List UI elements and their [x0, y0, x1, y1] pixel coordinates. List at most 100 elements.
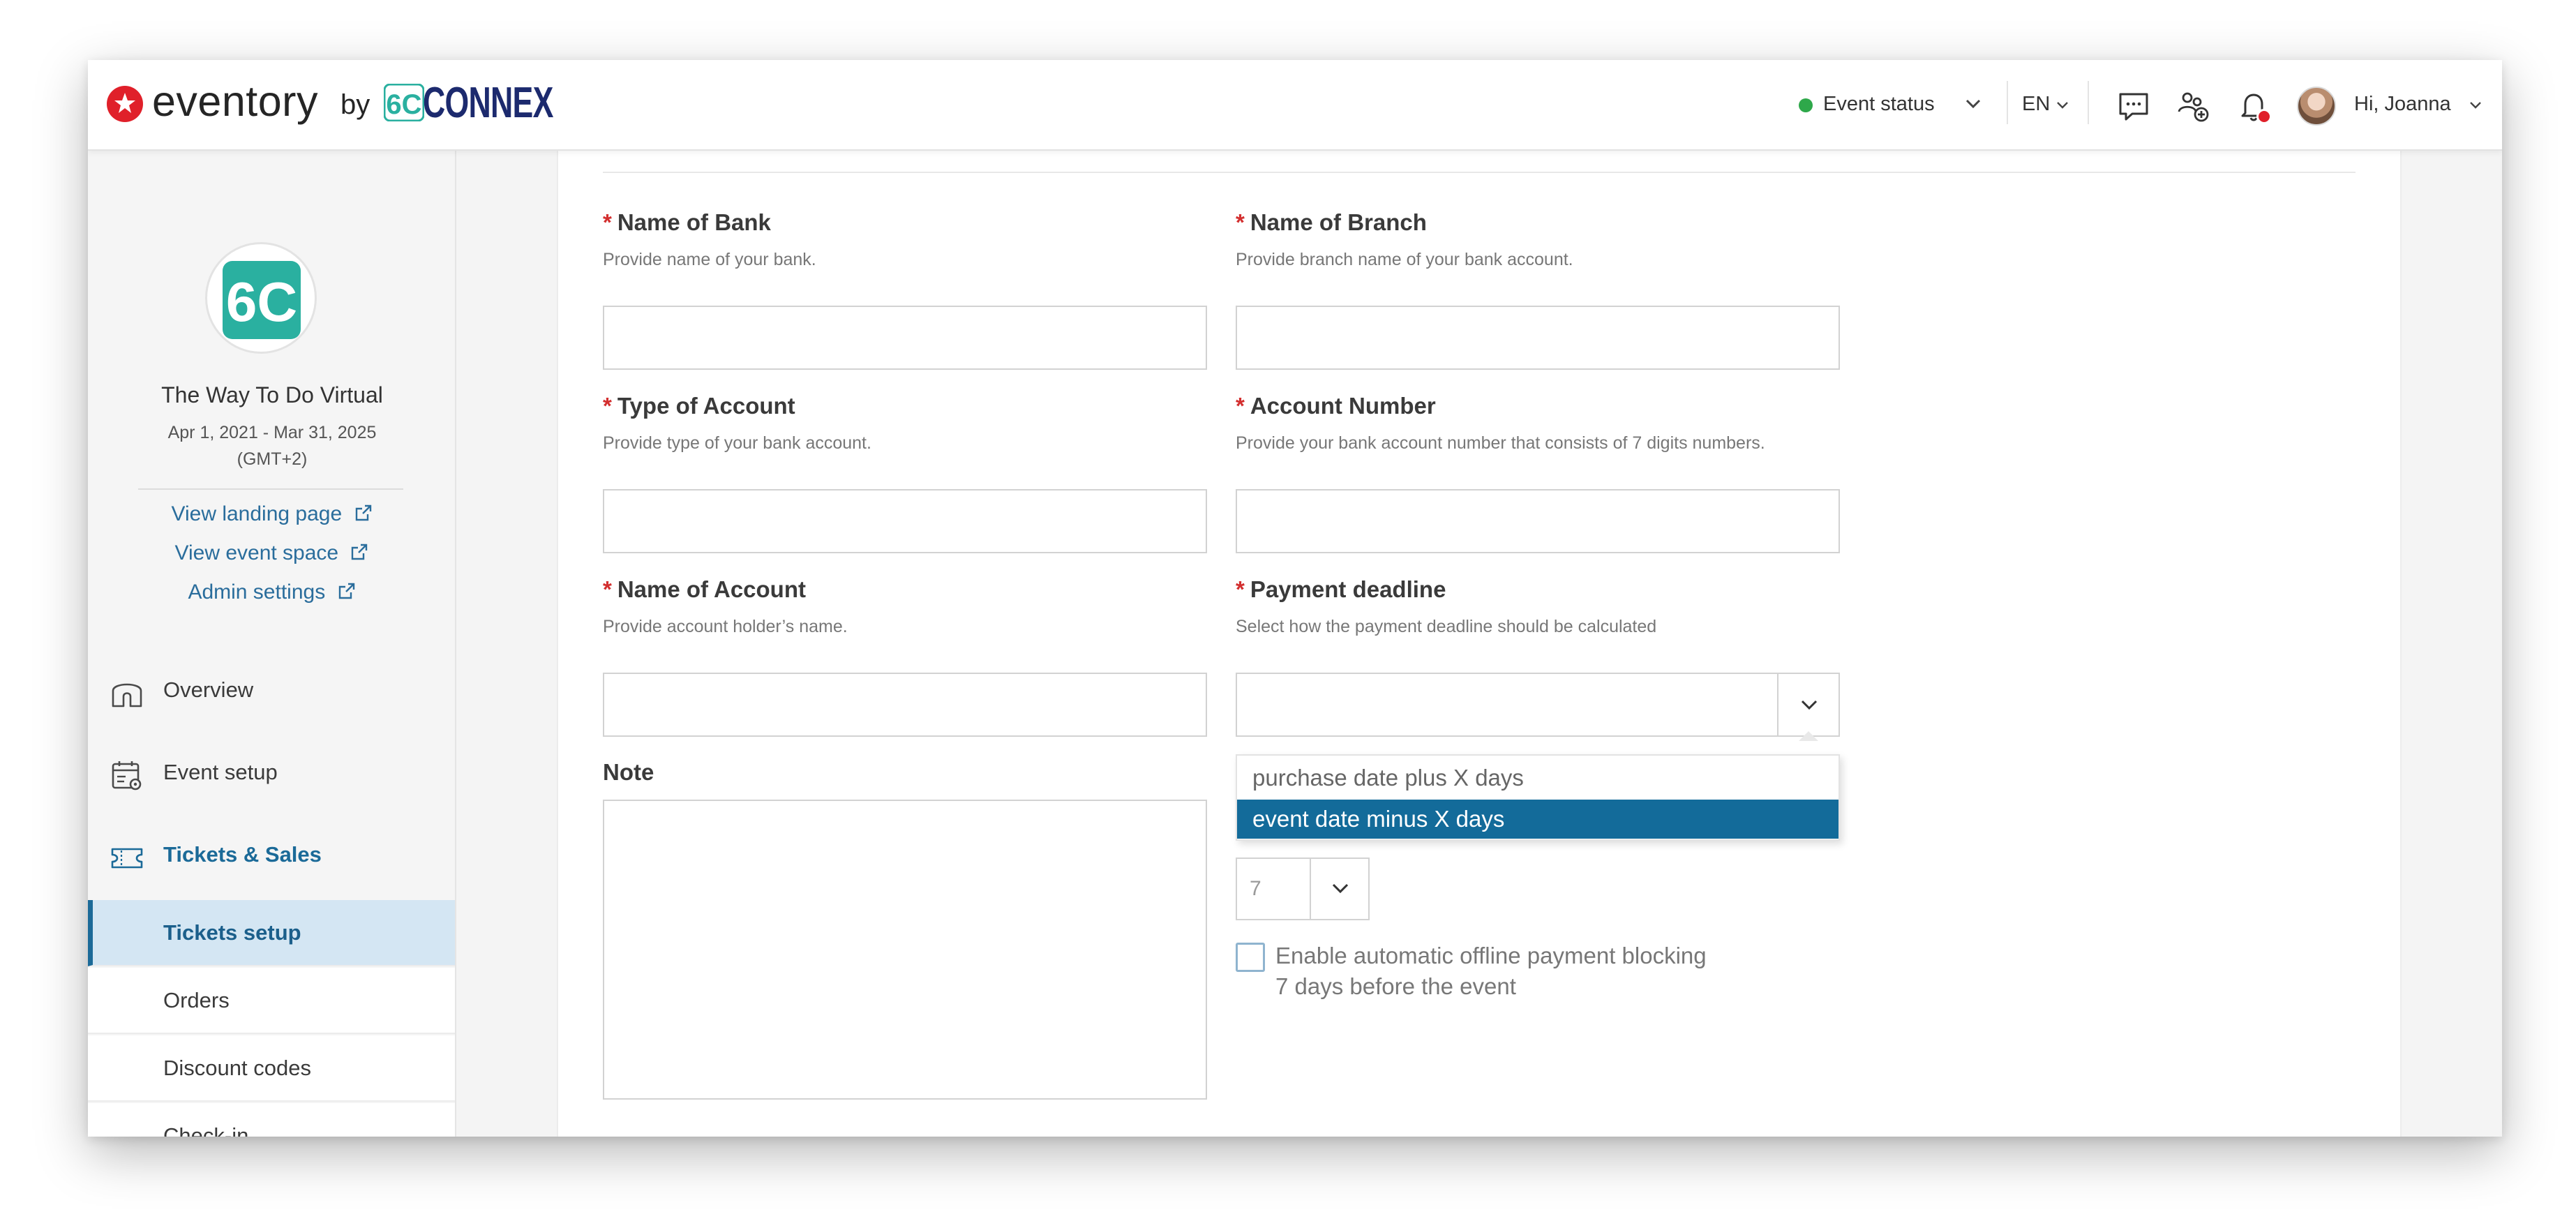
note-label: Note	[603, 759, 654, 785]
required-marker: *	[1236, 393, 1245, 419]
required-marker: *	[603, 209, 612, 235]
field-label-text: Account Number	[1250, 393, 1436, 419]
dropdown-caret	[1799, 731, 1818, 741]
offline-blocking-label[interactable]: Enable automatic offline payment blockin…	[1275, 941, 1707, 1002]
payment-deadline-dropdown-button[interactable]	[1777, 674, 1839, 735]
view-event-space-link[interactable]: View event space	[88, 541, 456, 565]
event-title: The Way To Do Virtual	[161, 382, 383, 407]
external-link-icon	[352, 544, 368, 560]
connex-6c-logo-icon: 6C	[384, 84, 424, 121]
sidebar-item-label: Tickets setup	[163, 920, 301, 945]
chevron-down-icon	[1801, 700, 1818, 710]
event-logo-icon: 6C	[223, 261, 301, 339]
ticket-icon	[111, 848, 143, 869]
language-selector[interactable]: EN	[2022, 93, 2050, 116]
sidebar-subitem-orders[interactable]: Orders	[88, 968, 455, 1034]
link-label: View event space	[174, 541, 339, 564]
account-number-help: Provide your bank account number that co…	[1236, 433, 1765, 453]
required-marker: *	[1236, 576, 1245, 602]
brand-by: by	[340, 89, 370, 120]
note-textarea[interactable]	[603, 800, 1207, 1100]
sidebar-item-label: Check-in	[163, 1123, 249, 1137]
top-bar: eventory by 6C CONNEX Event status EN Hi…	[88, 60, 2502, 151]
field-label-text: Payment deadline	[1250, 576, 1446, 602]
divider	[138, 488, 403, 490]
sidebar-item-label: Tickets & Sales	[163, 842, 322, 867]
option-purchase-date-plus[interactable]: purchase date plus X days	[1237, 758, 1839, 798]
divider	[2007, 81, 2008, 124]
field-label-text: Name of Branch	[1250, 209, 1427, 235]
home-icon	[112, 683, 142, 707]
offline-blocking-line1: Enable automatic offline payment blockin…	[1275, 943, 1707, 968]
branch-name-label: * Name of Branch	[1236, 209, 1427, 236]
account-type-help: Provide type of your bank account.	[603, 433, 871, 453]
days-value: 7	[1250, 877, 1261, 900]
account-number-label: * Account Number	[1236, 393, 1436, 419]
bank-name-label: * Name of Bank	[603, 209, 771, 236]
admin-settings-link[interactable]: Admin settings	[88, 581, 456, 604]
event-status-dot	[1799, 98, 1813, 112]
sidebar-item-tickets-sales[interactable]: Tickets & Sales	[88, 825, 455, 888]
external-link-icon	[338, 583, 354, 599]
payment-deadline-select[interactable]	[1236, 673, 1840, 737]
sidebar-item-label: Event setup	[163, 760, 278, 784]
link-label: Admin settings	[188, 581, 326, 604]
brand-name: eventory	[152, 77, 318, 125]
divider	[2088, 81, 2089, 124]
branch-name-input[interactable]	[1236, 306, 1840, 370]
chevron-down-icon[interactable]	[2467, 96, 2484, 113]
chat-icon[interactable]	[2114, 87, 2153, 126]
offline-blocking-line2: 7 days before the event	[1275, 973, 1516, 999]
calendar-settings-icon	[112, 761, 142, 791]
offline-blocking-checkbox[interactable]	[1236, 943, 1265, 972]
event-status-label[interactable]: Event status	[1823, 93, 1935, 116]
option-event-date-minus[interactable]: event date minus X days	[1237, 800, 1839, 839]
bank-name-input[interactable]	[603, 306, 1207, 370]
branch-name-help: Provide branch name of your bank account…	[1236, 250, 1573, 269]
account-name-label: * Name of Account	[603, 576, 806, 603]
sidebar-item-event-setup[interactable]: Event setup	[88, 742, 455, 805]
required-marker: *	[603, 576, 612, 602]
chevron-down-icon[interactable]	[2054, 96, 2071, 113]
eventory-logo-icon	[107, 86, 143, 122]
required-marker: *	[603, 393, 612, 419]
notification-badge	[2256, 109, 2272, 124]
sidebar-subitem-discount-codes[interactable]: Discount codes	[88, 1035, 455, 1102]
sidebar-subitem-tickets-setup[interactable]: Tickets setup	[88, 900, 455, 966]
add-users-icon[interactable]	[2174, 87, 2213, 126]
required-marker: *	[1236, 209, 1245, 235]
section-divider	[603, 172, 2356, 173]
event-dates: Apr 1, 2021 - Mar 31, 2025 (GMT+2)	[88, 419, 456, 472]
link-label: View landing page	[171, 502, 343, 525]
payment-deadline-options: purchase date plus X days event date min…	[1236, 754, 1840, 841]
payment-deadline-help: Select how the payment deadline should b…	[1236, 617, 1657, 636]
payment-deadline-label: * Payment deadline	[1236, 576, 1446, 603]
chevron-down-icon[interactable]	[1962, 92, 1984, 114]
sidebar-item-label: Discount codes	[163, 1056, 311, 1080]
svg-text:6C: 6C	[386, 89, 421, 120]
external-link-icon	[355, 504, 371, 521]
event-logo: 6C	[205, 242, 317, 354]
account-name-input[interactable]	[603, 673, 1207, 737]
sidebar-subitem-check-in[interactable]: Check-in	[88, 1103, 455, 1137]
account-type-input[interactable]	[603, 489, 1207, 553]
sidebar-item-label: Overview	[163, 677, 254, 702]
sidebar-item-overview[interactable]: Overview	[88, 660, 455, 723]
sidebar-item-label: Orders	[163, 988, 230, 1012]
view-landing-page-link[interactable]: View landing page	[88, 502, 456, 526]
chevron-down-icon	[1332, 883, 1349, 894]
field-label-text: Name of Bank	[617, 209, 771, 235]
user-greeting[interactable]: Hi, Joanna	[2354, 93, 2451, 116]
avatar[interactable]	[2297, 87, 2336, 126]
days-select[interactable]: 7	[1236, 858, 1370, 920]
bank-name-help: Provide name of your bank.	[603, 250, 816, 269]
svg-text:6C: 6C	[226, 271, 297, 333]
days-dropdown-button[interactable]	[1310, 859, 1370, 919]
field-label-text: Type of Account	[617, 393, 795, 419]
event-date-range: Apr 1, 2021 - Mar 31, 2025	[167, 423, 377, 442]
event-timezone: (GMT+2)	[237, 449, 308, 469]
app-window: eventory by 6C CONNEX Event status EN Hi…	[88, 60, 2502, 1137]
account-type-label: * Type of Account	[603, 393, 795, 419]
account-number-input[interactable]	[1236, 489, 1840, 553]
brand-partner: CONNEX	[423, 79, 553, 127]
